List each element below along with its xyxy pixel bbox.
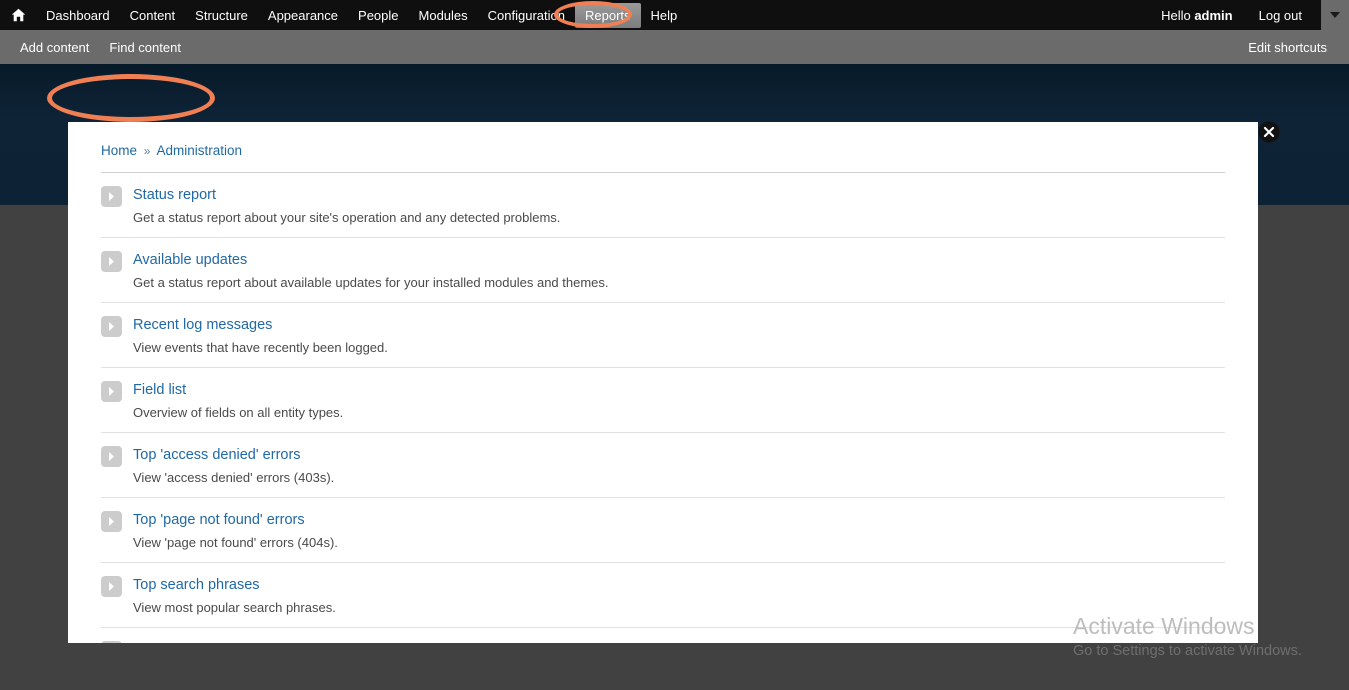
toolbar-item-label: Configuration [487,7,565,23]
toolbar-item-label: Help [650,7,678,23]
list-item[interactable]: Field list Overview of fields on all ent… [101,367,1225,432]
shortcut-label: Add content [20,39,90,55]
toolbar-item-label: Modules [418,7,468,23]
list-item[interactable]: Status report Get a status report about … [101,172,1225,237]
admin-toolbar: Dashboard Content Structure Appearance P… [0,0,1349,30]
list-item[interactable]: Top search phrases View most popular sea… [101,562,1225,627]
report-link-page-not-found-errors[interactable]: Top 'page not found' errors [133,510,305,530]
breadcrumb: Home » Administration [68,122,1258,172]
report-link-access-denied-errors[interactable]: Top 'access denied' errors [133,445,301,465]
reports-list: Status report Get a status report about … [68,172,1258,643]
admin-overlay-dialog: Home » Administration Status report Get … [68,122,1258,643]
user-greeting[interactable]: Hello admin [1148,3,1246,28]
breadcrumb-administration-link[interactable]: Administration [156,143,242,158]
greeting-prefix: Hello [1161,7,1191,23]
chevron-right-icon [101,576,122,597]
shortcut-links: Add content Find content [10,35,191,60]
toolbar-item-label: Content [129,7,176,23]
toolbar-item-reports[interactable]: Reports [574,2,641,28]
home-button[interactable] [0,0,36,30]
toolbar-item-label: Appearance [267,7,339,23]
report-description: View 'page not found' errors (404s). [133,535,338,550]
report-link-top-search-phrases[interactable]: Top search phrases [133,575,260,595]
close-icon [1258,121,1280,143]
toolbar-user-area: Hello admin Log out [1148,0,1349,30]
breadcrumb-separator: » [143,144,151,158]
shortcut-label: Find content [109,39,181,55]
toolbar-item-label: Structure [195,7,248,23]
toolbar-item-modules[interactable]: Modules [409,3,478,28]
edit-shortcuts-link[interactable]: Edit shortcuts [1238,35,1337,60]
list-item[interactable]: Recent log messages View events that hav… [101,302,1225,367]
report-link-available-updates[interactable]: Available updates [133,250,247,270]
report-link-views-plugins[interactable]: Views plugins [133,640,221,643]
toolbar-item-structure[interactable]: Structure [185,3,258,28]
report-link-status-report[interactable]: Status report [133,185,216,205]
shortcut-bar: Add content Find content Edit shortcuts [0,30,1349,64]
close-button-backdrop [1181,122,1222,156]
toolbar-item-configuration[interactable]: Configuration [478,3,575,28]
chevron-right-icon [101,381,122,402]
chevron-right-icon [101,251,122,272]
chevron-down-icon [1330,12,1340,18]
report-description: Get a status report about your site's op… [133,210,561,225]
report-description: Get a status report about available upda… [133,275,609,290]
report-description: Overview of fields on all entity types. [133,405,344,420]
toolbar-item-people[interactable]: People [348,3,408,28]
breadcrumb-home-link[interactable]: Home [101,143,137,158]
chevron-right-icon [101,511,122,532]
toolbar-item-label: Reports [584,7,631,23]
watermark-subtitle: Go to Settings to activate Windows. [1073,643,1302,659]
shortcut-find-content[interactable]: Find content [99,35,191,60]
toolbar-item-dashboard[interactable]: Dashboard [36,3,120,28]
chevron-right-icon [101,316,122,337]
edit-shortcuts-label: Edit shortcuts [1248,39,1327,55]
toolbar-item-appearance[interactable]: Appearance [258,3,348,28]
toolbar-item-label: Dashboard [46,7,110,23]
list-item[interactable]: Top 'page not found' errors View 'page n… [101,497,1225,562]
chevron-right-icon [101,446,122,467]
home-icon [11,8,26,22]
toolbar-dropdown-button[interactable] [1321,0,1349,30]
list-item[interactable]: Views plugins Overview of plugins used i… [101,627,1225,643]
list-item[interactable]: Available updates Get a status report ab… [101,237,1225,302]
report-description: View events that have recently been logg… [133,340,388,355]
username: admin [1194,7,1233,23]
toolbar-item-help[interactable]: Help [641,3,688,28]
chevron-right-icon [101,641,122,643]
admin-toolbar-menu: Dashboard Content Structure Appearance P… [36,0,687,30]
toolbar-item-content[interactable]: Content [120,3,186,28]
logout-label: Log out [1258,7,1302,23]
close-overlay-button[interactable] [1258,121,1280,143]
report-description: View 'access denied' errors (403s). [133,470,335,485]
report-link-recent-log-messages[interactable]: Recent log messages [133,315,272,335]
toolbar-item-label: People [358,7,399,23]
logout-link[interactable]: Log out [1246,3,1315,28]
report-link-field-list[interactable]: Field list [133,380,186,400]
list-item[interactable]: Top 'access denied' errors View 'access … [101,432,1225,497]
chevron-right-icon [101,186,122,207]
shortcut-add-content[interactable]: Add content [10,35,99,60]
report-description: View most popular search phrases. [133,600,336,615]
